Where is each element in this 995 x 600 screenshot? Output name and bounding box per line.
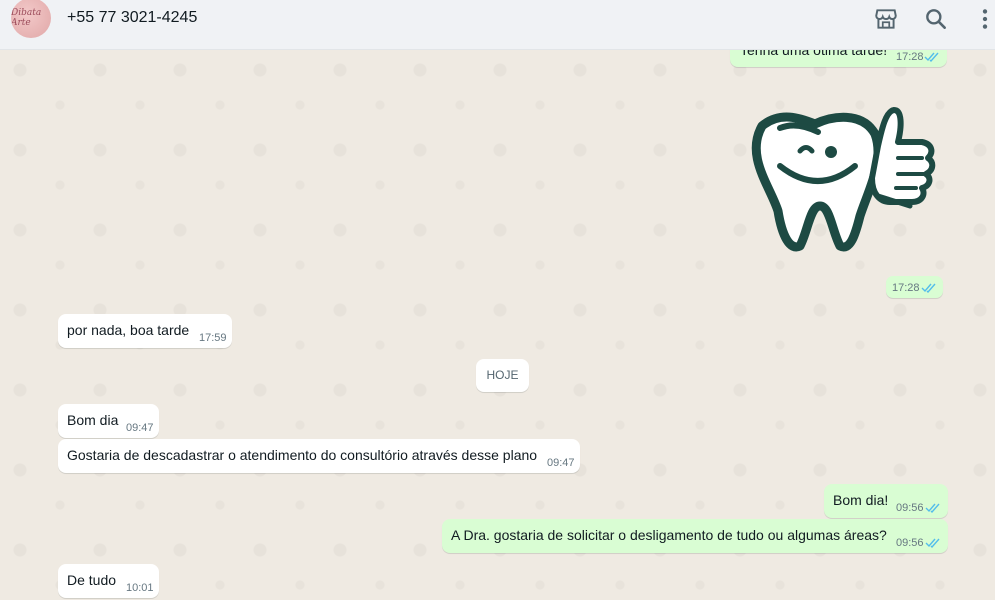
message-bubble-outgoing[interactable]: A Dra. gostaria de solicitar o desligame… <box>442 519 948 553</box>
message-bubble-outgoing[interactable]: Bom dia! 09:56 <box>824 484 948 518</box>
read-ticks-icon <box>924 52 939 62</box>
message-text: De tudo <box>67 572 117 588</box>
read-ticks-icon <box>925 503 940 513</box>
message-time: 09:56 <box>896 537 924 549</box>
message-time: 09:56 <box>896 502 924 514</box>
message-bubble-outgoing[interactable]: Tenha uma ótima tarde! 17:28 <box>730 50 947 67</box>
message-time: 10:01 <box>126 582 154 594</box>
read-ticks-icon <box>921 283 936 293</box>
day-separator: HOJE <box>476 359 529 392</box>
store-icon[interactable] <box>873 6 899 32</box>
message-text: A Dra. gostaria de solicitar o desligame… <box>451 527 887 543</box>
message-text: Gostaria de descadastrar o atendimento d… <box>67 447 538 463</box>
message-time: 17:28 <box>892 282 920 294</box>
message-bubble-incoming[interactable]: Gostaria de descadastrar o atendimento d… <box>58 439 580 473</box>
message-time: 09:47 <box>547 457 575 469</box>
read-ticks-icon <box>925 538 940 548</box>
tooth-thumbs-up-sticker[interactable] <box>740 106 940 256</box>
message-bubble-incoming[interactable]: Bom dia 09:47 <box>58 404 159 438</box>
message-text: Tenha uma ótima tarde! <box>740 50 888 58</box>
search-icon[interactable] <box>923 6 949 32</box>
contact-name[interactable]: +55 77 3021-4245 <box>67 9 197 27</box>
avatar-text: Dibata Arte <box>11 8 42 28</box>
chat-area[interactable]: Tenha uma ótima tarde! 17:28 17:28 por n… <box>0 50 995 600</box>
message-time: 17:59 <box>199 332 227 344</box>
sticker-time-badge: 17:28 <box>886 276 943 298</box>
message-time: 09:47 <box>126 422 154 434</box>
message-text: por nada, boa tarde <box>67 322 190 338</box>
message-text: Bom dia! <box>833 492 889 508</box>
message-time: 17:28 <box>896 51 924 63</box>
message-bubble-incoming[interactable]: por nada, boa tarde 17:59 <box>58 314 232 348</box>
menu-icon[interactable] <box>972 6 995 32</box>
message-bubble-incoming[interactable]: De tudo 10:01 <box>58 564 159 598</box>
chat-header: Dibata Arte +55 77 3021-4245 <box>0 0 995 50</box>
avatar[interactable]: Dibata Arte <box>11 0 51 38</box>
message-text: Bom dia <box>67 412 119 428</box>
